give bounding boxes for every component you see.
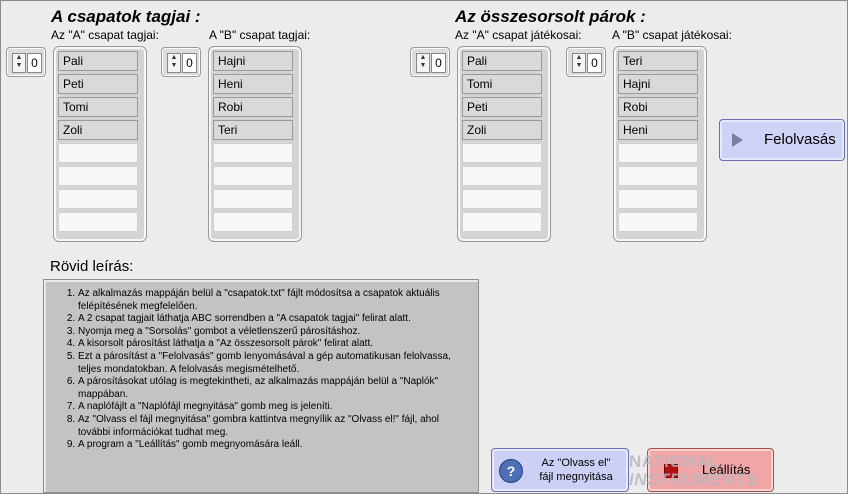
team-a-members-array: Pali Peti Tomi Zoli	[53, 46, 147, 242]
array-cell-empty[interactable]	[462, 189, 542, 209]
index-value[interactable]: 0	[587, 53, 602, 73]
array-cell[interactable]: Zoli	[58, 120, 138, 140]
question-icon: ?	[499, 459, 523, 483]
stop-label: Leállítás	[702, 462, 751, 477]
array-cell-empty[interactable]	[213, 189, 293, 209]
description-item: Ezt a párosítást a "Felolvasás" gomb len…	[78, 351, 478, 376]
felolvasas-button[interactable]: Felolvasás	[719, 119, 845, 161]
array-cell[interactable]: Hajni	[213, 51, 293, 71]
array-cell-empty[interactable]	[58, 189, 138, 209]
array-cell[interactable]: Robi	[213, 97, 293, 117]
stop-button[interactable]: Leállítás	[647, 448, 774, 492]
array-cell[interactable]: Peti	[462, 97, 542, 117]
pairs-header: Az összesorsolt párok :	[455, 7, 646, 26]
index-spinner-icon[interactable]: ▲ ▼	[416, 53, 430, 73]
array-cell-empty[interactable]	[213, 166, 293, 186]
team-a-players-array: Pali Tomi Peti Zoli	[457, 46, 551, 242]
array-cell[interactable]: Teri	[213, 120, 293, 140]
array-cell-empty[interactable]	[213, 212, 293, 232]
array-cell-empty[interactable]	[462, 212, 542, 232]
description-item: A naplófájlt a "Naplófájl megnyitása" go…	[78, 401, 478, 414]
team-a-players-label: Az "A" csapat játékosai:	[455, 28, 582, 42]
description-item: Az "Olvass el fájl megnyitása" gombra ka…	[78, 414, 478, 439]
index-spinner-icon[interactable]: ▲ ▼	[572, 53, 586, 73]
description-title: Rövid leírás:	[50, 258, 134, 275]
team-a-members-index[interactable]: ▲ ▼ 0	[6, 47, 46, 77]
team-b-players-label: A "B" csapat játékosai:	[612, 28, 732, 42]
array-cell[interactable]: Peti	[58, 74, 138, 94]
array-cell-empty[interactable]	[618, 212, 698, 232]
array-cell[interactable]: Pali	[462, 51, 542, 71]
array-cell-empty[interactable]	[462, 143, 542, 163]
team-a-players-index[interactable]: ▲ ▼ 0	[410, 47, 450, 77]
description-item: A 2 csapat tagjait láthatja ABC sorrendb…	[78, 313, 478, 326]
index-value[interactable]: 0	[431, 53, 446, 73]
team-b-members-index[interactable]: ▲ ▼ 0	[161, 47, 201, 77]
felolvasas-label: Felolvasás	[764, 131, 836, 148]
array-cell[interactable]: Robi	[618, 97, 698, 117]
array-cell[interactable]: Tomi	[462, 74, 542, 94]
team-b-players-array: Teri Hajni Robi Heni	[613, 46, 707, 242]
description-item: A párosításokat utólag is megtekintheti,…	[78, 376, 478, 401]
array-cell[interactable]: Teri	[618, 51, 698, 71]
play-icon	[732, 133, 743, 147]
array-cell[interactable]: Tomi	[58, 97, 138, 117]
array-cell-empty[interactable]	[58, 143, 138, 163]
array-cell-empty[interactable]	[618, 189, 698, 209]
open-readme-button[interactable]: ? Az "Olvass el" fájl megnyitása	[491, 448, 629, 492]
description-item: A kisorsolt párosítást láthatja a "Az ös…	[78, 338, 478, 351]
array-cell-empty[interactable]	[618, 143, 698, 163]
index-spinner-icon[interactable]: ▲ ▼	[167, 53, 181, 73]
team-b-members-label: A "B" csapat tagjai:	[209, 28, 311, 42]
description-item: Nyomja meg a "Sorsolás" gombot a véletle…	[78, 326, 478, 339]
array-cell-empty[interactable]	[213, 143, 293, 163]
description-item: A program a "Leállítás" gomb megnyomásár…	[78, 439, 478, 452]
team-b-members-array: Hajni Heni Robi Teri	[208, 46, 302, 242]
array-cell-empty[interactable]	[58, 166, 138, 186]
index-value[interactable]: 0	[182, 53, 197, 73]
teams-header: A csapatok tagjai :	[51, 7, 201, 26]
array-cell-empty[interactable]	[618, 166, 698, 186]
description-item: Az alkalmazás mappáján belül a "csapatok…	[78, 288, 478, 313]
stop-icon	[664, 464, 678, 478]
array-cell-empty[interactable]	[462, 166, 542, 186]
open-readme-label-line2: fájl megnyitása	[539, 471, 613, 483]
index-spinner-icon[interactable]: ▲ ▼	[12, 53, 26, 73]
array-cell[interactable]: Zoli	[462, 120, 542, 140]
index-value[interactable]: 0	[27, 53, 42, 73]
array-cell-empty[interactable]	[58, 212, 138, 232]
array-cell[interactable]: Hajni	[618, 74, 698, 94]
team-b-players-index[interactable]: ▲ ▼ 0	[566, 47, 606, 77]
open-readme-label-line1: Az "Olvass el"	[541, 457, 611, 469]
description-panel: Az alkalmazás mappáján belül a "csapatok…	[43, 279, 479, 493]
team-a-members-label: Az "A" csapat tagjai:	[51, 28, 159, 42]
array-cell[interactable]: Pali	[58, 51, 138, 71]
array-cell[interactable]: Heni	[618, 120, 698, 140]
description-list: Az alkalmazás mappáján belül a "csapatok…	[44, 288, 478, 452]
array-cell[interactable]: Heni	[213, 74, 293, 94]
open-readme-label: Az "Olvass el" fájl megnyitása	[526, 456, 626, 484]
